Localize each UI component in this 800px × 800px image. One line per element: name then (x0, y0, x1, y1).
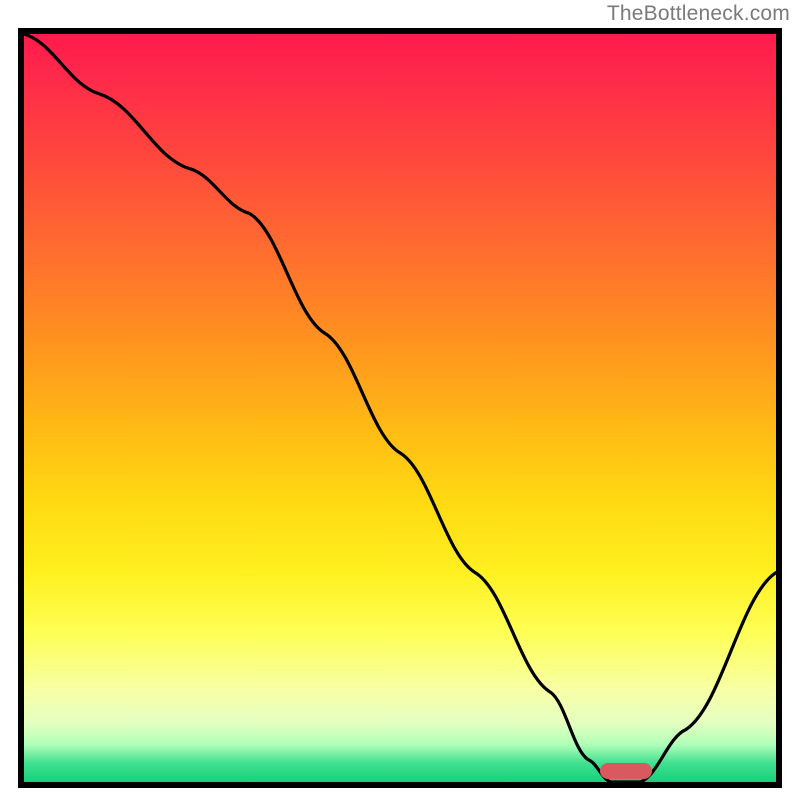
optimum-marker (600, 763, 652, 779)
bottleneck-curve (24, 34, 776, 782)
plot-area (24, 34, 776, 782)
watermark-text: TheBottleneck.com (607, 2, 790, 26)
chart-frame (18, 28, 782, 788)
